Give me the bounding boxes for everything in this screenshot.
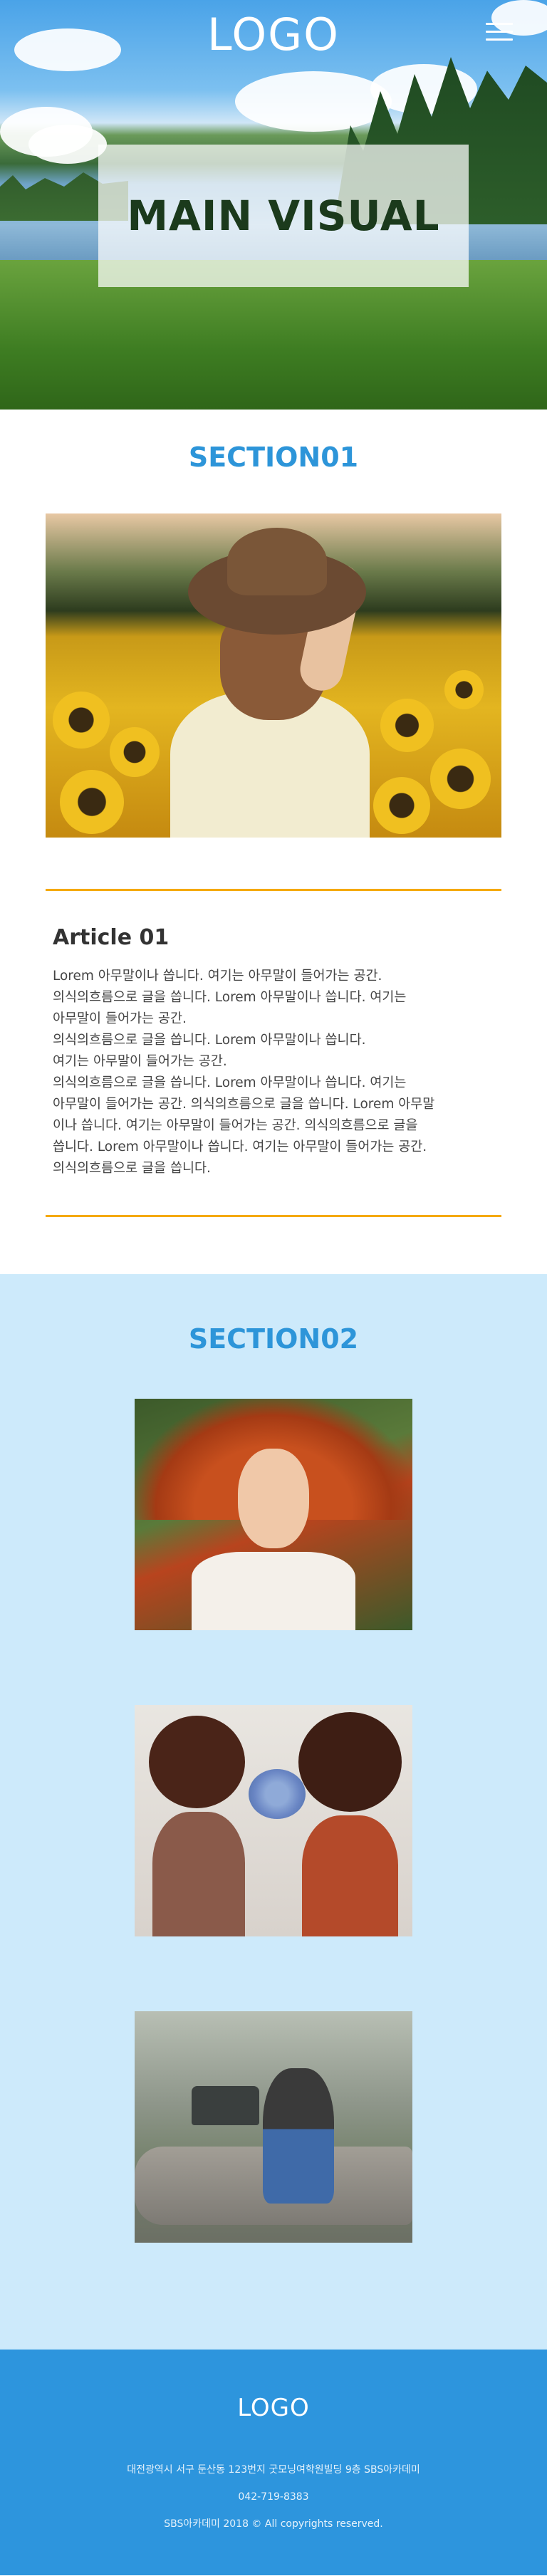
article-line: 여기는 아무말이 들어가는 공간. [53, 1054, 227, 1069]
sunflower [53, 692, 110, 749]
footer-logo[interactable]: LOGO [0, 2394, 547, 2422]
footer-info: 대전광역시 서구 둔산동 123번지 굿모닝여학원빌딩 9층 SBS아카데미 0… [0, 2456, 547, 2538]
woman-right-body [302, 1815, 398, 1936]
girl-face [238, 1449, 309, 1548]
sunflower [110, 727, 160, 777]
article-01: Article 01 Lorem 아무말이나 씁니다. 여기는 아무말이 들어가… [46, 891, 501, 1215]
menu-bar [486, 31, 513, 33]
girl-top [192, 1552, 355, 1630]
footer-address: 대전광역시 서구 둔산동 123번지 굿모닝여학원빌딩 9층 SBS아카데미 [127, 2464, 420, 2476]
article-title: Article 01 [53, 925, 170, 950]
menu-bar [486, 38, 513, 41]
hero-section: LOGO MAIN VISUAL [0, 0, 547, 410]
sunflower [380, 699, 434, 752]
cloud [235, 71, 392, 132]
section02: SECTION02 [0, 1274, 547, 2350]
sunflower [373, 777, 430, 834]
article-line: 의식의흐름으로 글을 씁니다. [53, 1161, 211, 1176]
woman-left-body [152, 1812, 245, 1936]
hydrangea-flowers [249, 1769, 306, 1819]
header-logo[interactable]: LOGO [207, 9, 340, 61]
divider-bottom [46, 1215, 501, 1217]
footer-copyright: SBS아카데미 2018 © All copyrights reserved. [164, 2518, 383, 2530]
section01-title: SECTION01 [188, 442, 359, 473]
menu-bar [486, 23, 513, 25]
photo-couple-on-log [135, 2011, 412, 2243]
sunflower [60, 770, 124, 834]
article-line: 의식의흐름으로 글을 씁니다. Lorem 아무말이나 씁니다. [53, 1033, 366, 1048]
photo-redhead-girl [135, 1399, 412, 1630]
article-line: 아무말이 들어가는 공간. 의식의흐름으로 글을 씁니다. Lorem 아무말 [53, 1097, 435, 1112]
article-line: 이나 씁니다. 여기는 아무말이 들어가는 공간. 의식의흐름으로 글을 [53, 1118, 418, 1133]
woman-left-hair [149, 1716, 245, 1808]
woman-hat-crown [227, 528, 327, 595]
sunflower-field-photo [46, 513, 501, 838]
section01: SECTION01 Article 01 Lorem 아무말이나 씁니다. 여기… [0, 410, 547, 1274]
article-line: 씁니다. Lorem 아무말이나 씁니다. 여기는 아무말이 들어가는 공간. [53, 1140, 427, 1154]
main-visual-box: MAIN VISUAL [98, 145, 469, 287]
article-line: Lorem 아무말이나 씁니다. 여기는 아무말이 들어가는 공간. [53, 969, 382, 984]
woman-right-hair [298, 1712, 402, 1812]
site-header: LOGO [0, 0, 547, 68]
couple [263, 2068, 334, 2204]
cloud [28, 125, 107, 164]
site-footer: LOGO 대전광역시 서구 둔산동 123번지 굿모닝여학원빌딩 9층 SBS아… [0, 2350, 547, 2575]
car [192, 2086, 259, 2125]
main-visual-title: MAIN VISUAL [127, 192, 440, 240]
sunflower [444, 670, 484, 709]
sunflower [430, 749, 491, 809]
footer-phone: 042-719-8383 [238, 2491, 309, 2503]
article-line: 아무말이 들어가는 공간. [53, 1011, 187, 1026]
hamburger-menu-icon[interactable] [486, 23, 513, 43]
section02-title: SECTION02 [188, 1323, 359, 1355]
photo-two-women-flowers [135, 1705, 412, 1936]
article-line: 의식의흐름으로 글을 씁니다. Lorem 아무말이나 씁니다. 여기는 [53, 1075, 407, 1090]
photo-list [0, 1399, 547, 2243]
article-body: Lorem 아무말이나 씁니다. 여기는 아무말이 들어가는 공간. 의식의흐름… [53, 966, 494, 1179]
article-line: 의식의흐름으로 글을 씁니다. Lorem 아무말이나 씁니다. 여기는 [53, 990, 407, 1005]
